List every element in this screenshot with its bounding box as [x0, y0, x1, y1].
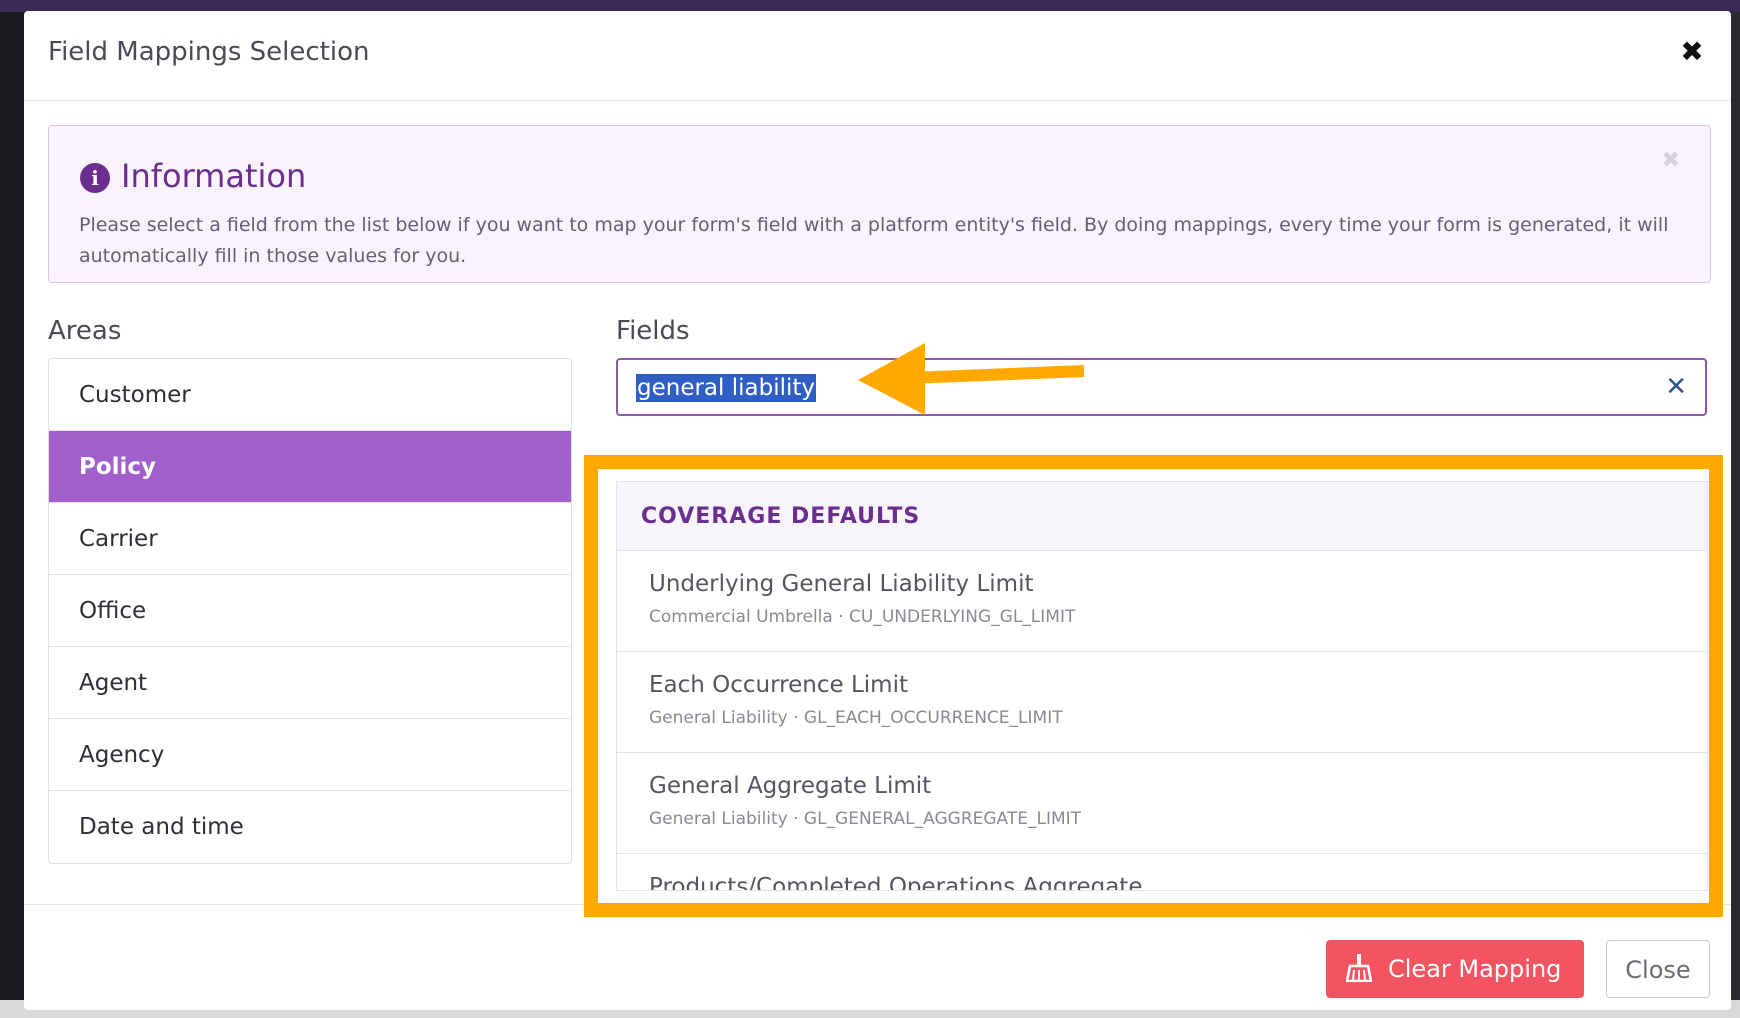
area-item-agent[interactable]: Agent	[49, 647, 571, 719]
area-item-policy[interactable]: Policy	[49, 431, 571, 503]
info-icon: i	[80, 163, 110, 193]
information-text: Please select a field from the list belo…	[79, 214, 1669, 267]
annotation-highlight-frame	[584, 455, 1723, 917]
area-item-date-and-time[interactable]: Date and time	[49, 791, 571, 863]
fields-label: Fields	[616, 316, 690, 346]
background-app-edge	[1730, 12, 1740, 1018]
area-item-customer[interactable]: Customer	[49, 359, 571, 431]
close-icon[interactable]: ✖	[1677, 37, 1707, 67]
close-button[interactable]: Close	[1606, 940, 1710, 998]
clear-mapping-button[interactable]: Clear Mapping	[1326, 940, 1584, 998]
modal-title: Field Mappings Selection	[48, 37, 370, 67]
areas-label: Areas	[48, 316, 122, 346]
broom-icon	[1346, 954, 1372, 982]
information-alert: i Information ✖ Please select a field fr…	[48, 125, 1711, 283]
area-item-agency[interactable]: Agency	[49, 719, 571, 791]
clear-mapping-label: Clear Mapping	[1388, 955, 1562, 983]
clear-search-icon[interactable]: ✕	[1665, 372, 1687, 402]
area-item-carrier[interactable]: Carrier	[49, 503, 571, 575]
fields-search-input[interactable]: general liability ✕	[616, 358, 1707, 416]
alert-dismiss-icon[interactable]: ✖	[1662, 148, 1680, 173]
modal-header: Field Mappings Selection ✖	[24, 11, 1731, 101]
area-item-office[interactable]: Office	[49, 575, 571, 647]
annotation-arrow	[858, 343, 1085, 415]
information-title: Information	[121, 157, 307, 195]
modal-footer: Clear Mapping Close	[24, 904, 1731, 1010]
search-input-value: general liability	[636, 374, 817, 402]
areas-list: Customer Policy Carrier Office Agent Age…	[48, 358, 572, 864]
